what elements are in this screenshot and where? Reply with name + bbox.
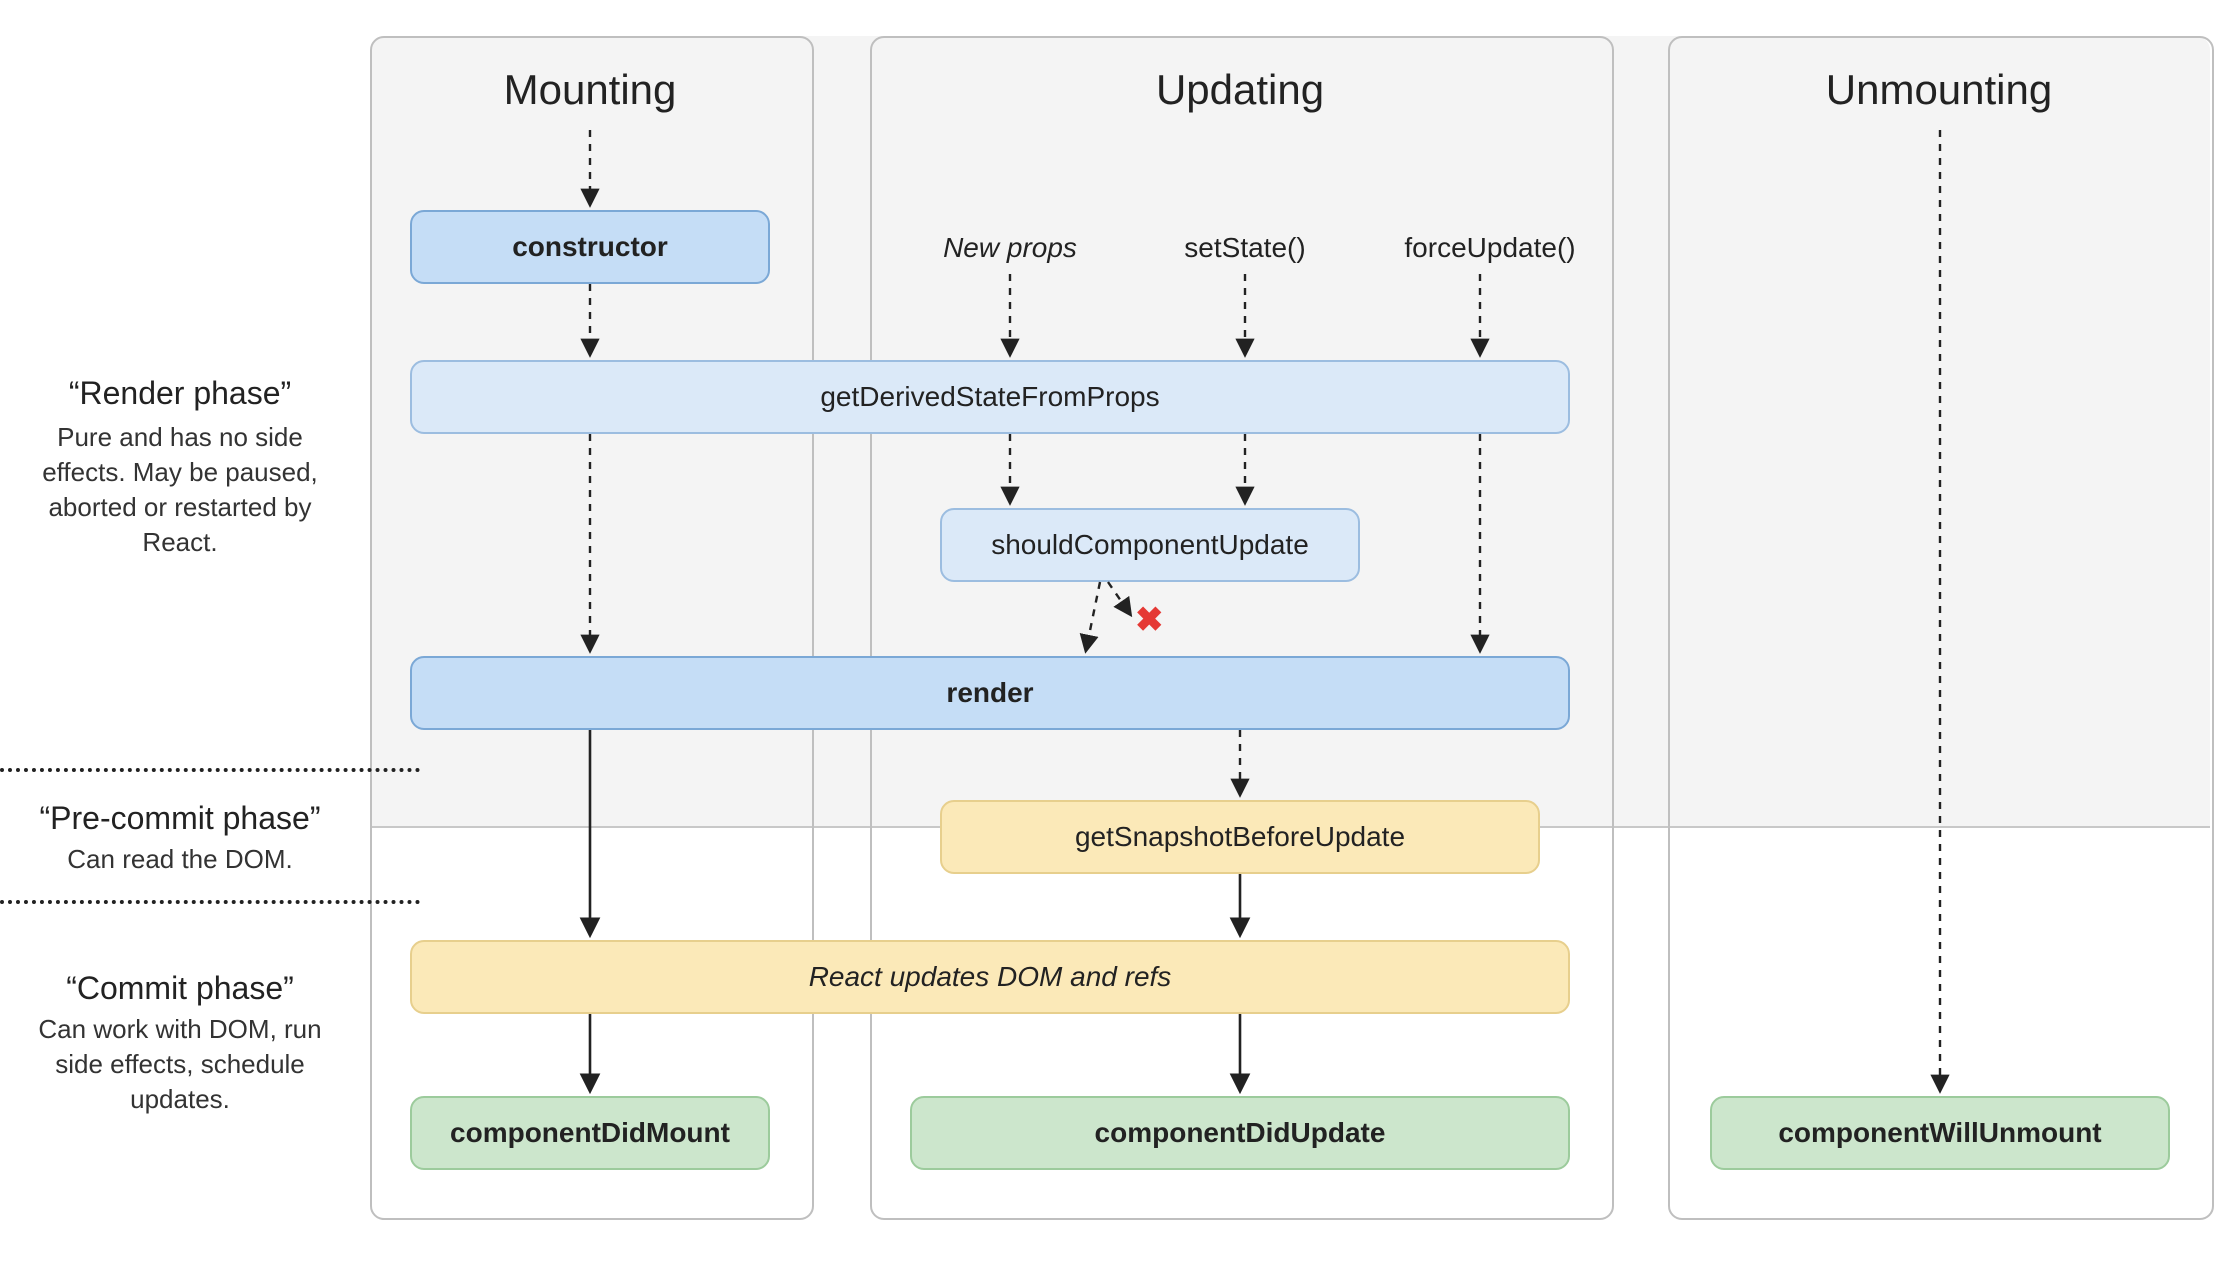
- phase-divider-1: [0, 768, 420, 772]
- trigger-force-update: forceUpdate(): [1380, 232, 1600, 264]
- box-react-updates-dom: React updates DOM and refs: [410, 940, 1570, 1014]
- column-unmounting: [1668, 36, 2214, 1220]
- abort-cross-icon: ✖: [1135, 600, 1164, 640]
- column-title-unmounting: Unmounting: [1668, 66, 2210, 114]
- column-updating: [870, 36, 1614, 1220]
- phase-precommit-title: “Pre-commit phase”: [0, 800, 360, 837]
- trigger-set-state: setState(): [1160, 232, 1330, 264]
- box-component-did-update: componentDidUpdate: [910, 1096, 1570, 1170]
- phase-render-desc: Pure and has no side effects. May be pau…: [30, 420, 330, 560]
- react-lifecycle-diagram: Mounting Updating Unmounting “Render pha…: [0, 0, 2236, 1270]
- column-title-mounting: Mounting: [370, 66, 810, 114]
- trigger-new-props: New props: [910, 232, 1110, 264]
- box-should-component-update: shouldComponentUpdate: [940, 508, 1360, 582]
- box-get-snapshot-before-update: getSnapshotBeforeUpdate: [940, 800, 1540, 874]
- phase-render-title: “Render phase”: [0, 375, 360, 412]
- phase-precommit-desc: Can read the DOM.: [30, 842, 330, 877]
- box-component-did-mount: componentDidMount: [410, 1096, 770, 1170]
- phase-commit-title: “Commit phase”: [0, 970, 360, 1007]
- box-get-derived-state-from-props: getDerivedStateFromProps: [410, 360, 1570, 434]
- box-component-will-unmount: componentWillUnmount: [1710, 1096, 2170, 1170]
- phase-divider-2: [0, 900, 420, 904]
- box-constructor: constructor: [410, 210, 770, 284]
- box-render: render: [410, 656, 1570, 730]
- phase-commit-desc: Can work with DOM, run side effects, sch…: [30, 1012, 330, 1117]
- column-title-updating: Updating: [870, 66, 1610, 114]
